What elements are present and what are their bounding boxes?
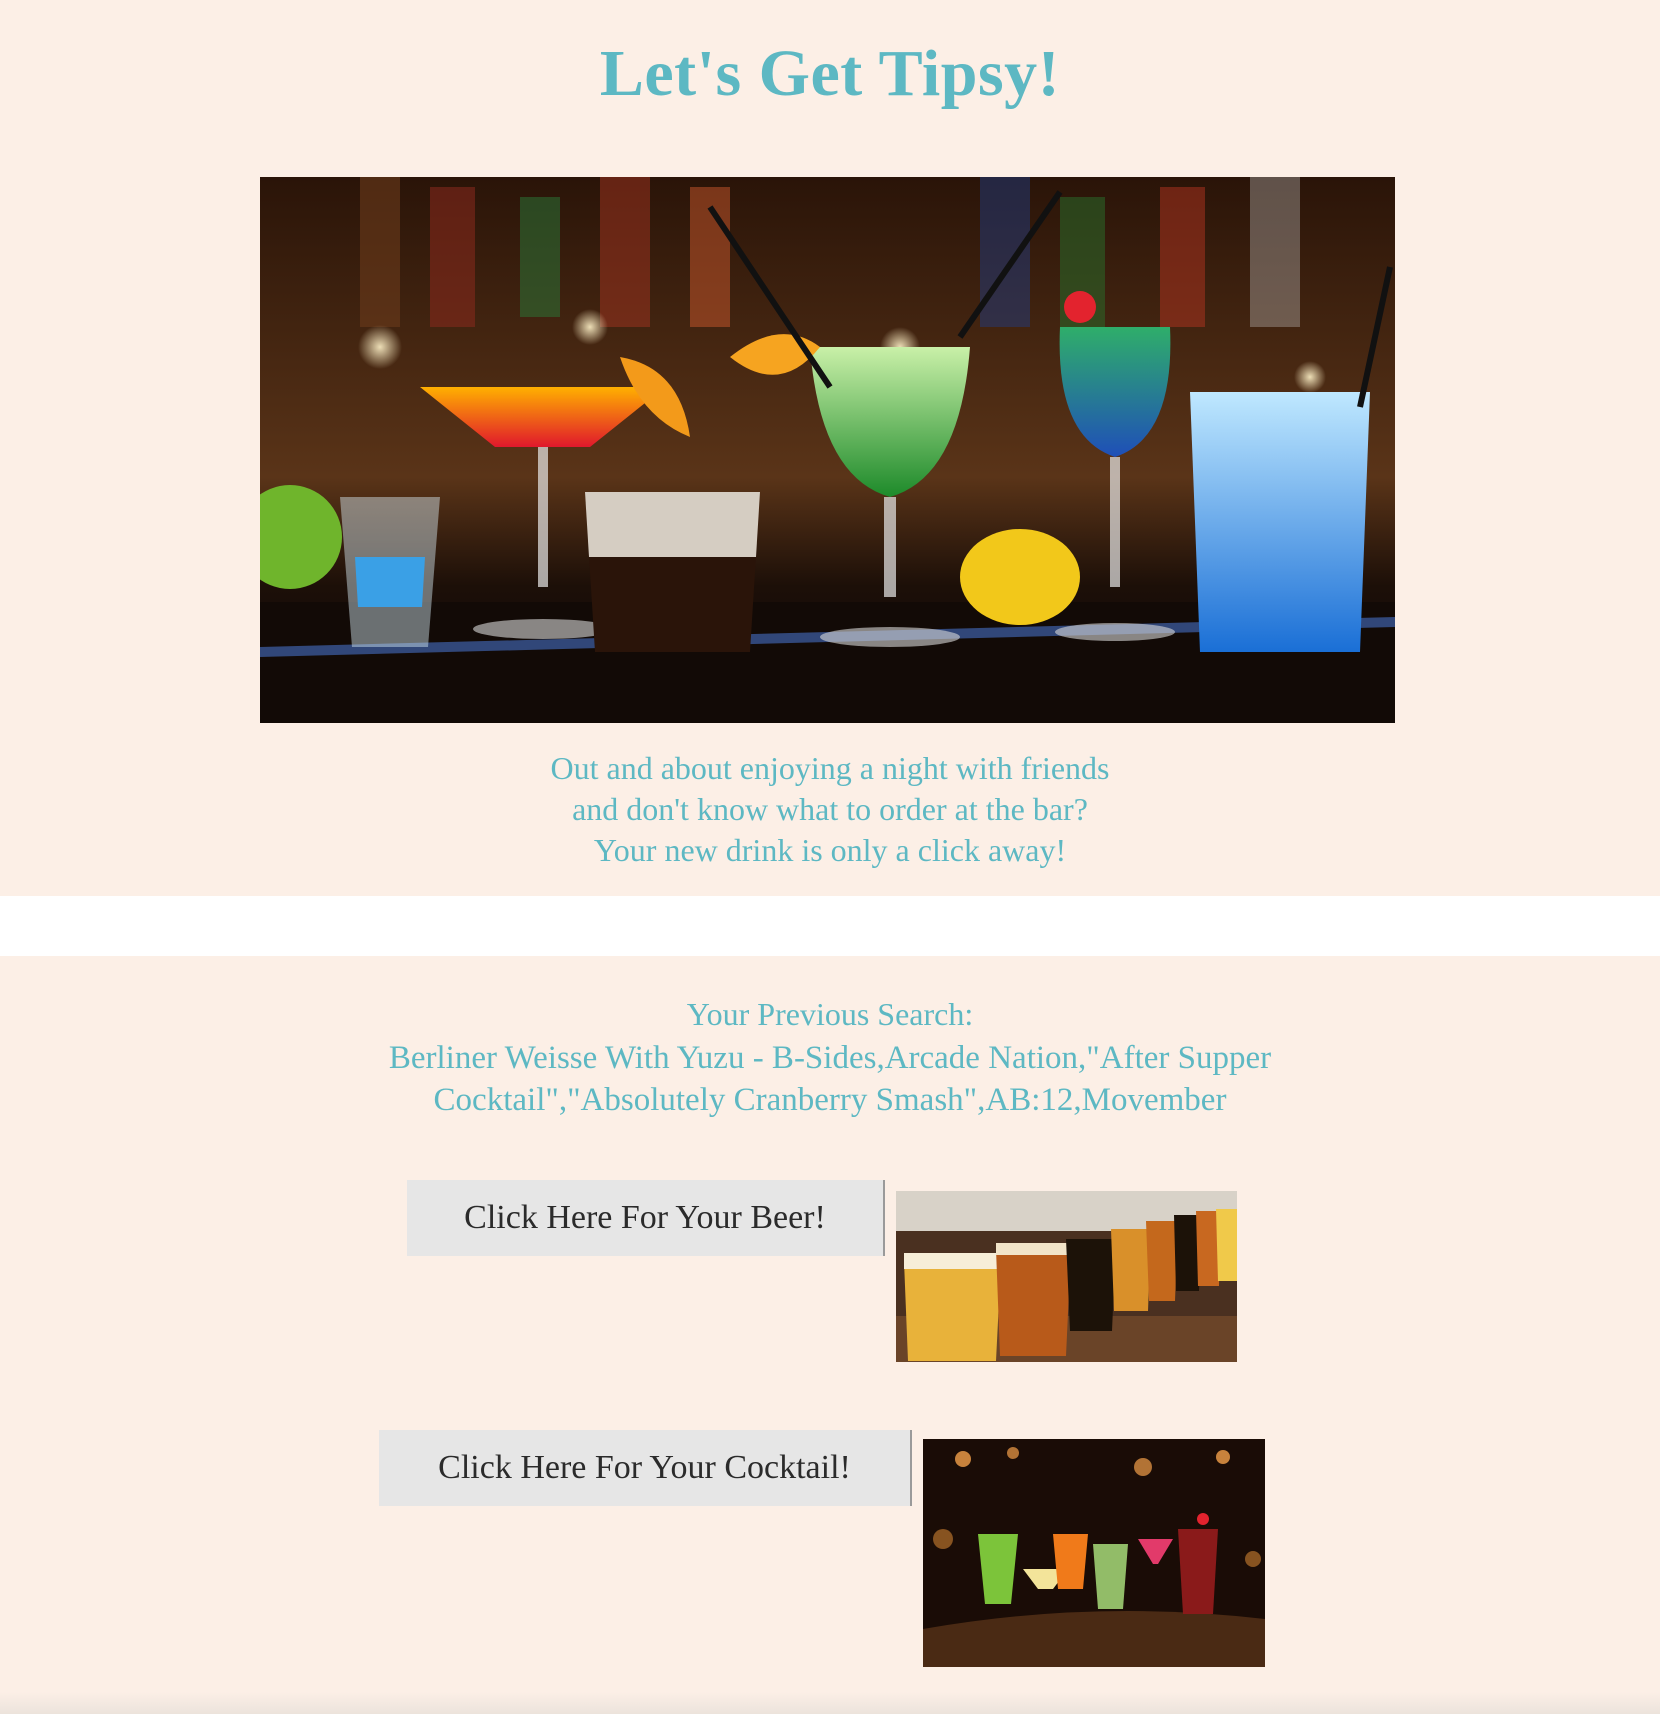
lower-section: Your Previous Search: Berliner Weisse Wi… bbox=[0, 956, 1660, 1714]
intro-line-2: and don't know what to order at the bar? bbox=[572, 791, 1088, 827]
section-divider-band bbox=[0, 896, 1660, 956]
beer-button[interactable]: Click Here For Your Beer! bbox=[407, 1180, 885, 1256]
beer-glasses-illustration bbox=[896, 1191, 1237, 1362]
cocktail-button[interactable]: Click Here For Your Cocktail! bbox=[379, 1430, 912, 1506]
previous-search-value: Berliner Weisse With Yuzu - B-Sides,Arca… bbox=[388, 1040, 1272, 1118]
intro-line-1: Out and about enjoying a night with frie… bbox=[550, 750, 1110, 786]
intro-line-3: Your new drink is only a click away! bbox=[593, 832, 1067, 868]
previous-search-label: Your Previous Search: bbox=[686, 996, 974, 1032]
intro-text: Out and about enjoying a night with frie… bbox=[0, 748, 1660, 871]
beer-image bbox=[896, 1191, 1237, 1362]
hero-cocktails-illustration bbox=[260, 177, 1395, 723]
cocktails-illustration bbox=[923, 1439, 1265, 1667]
hero-section: Let's Get Tipsy! Out and about enjoying … bbox=[0, 0, 1660, 896]
bottom-shade bbox=[0, 1692, 1660, 1714]
cocktail-image bbox=[923, 1439, 1265, 1667]
hero-cocktails-image bbox=[260, 177, 1395, 723]
page-title: Let's Get Tipsy! bbox=[599, 37, 1061, 110]
